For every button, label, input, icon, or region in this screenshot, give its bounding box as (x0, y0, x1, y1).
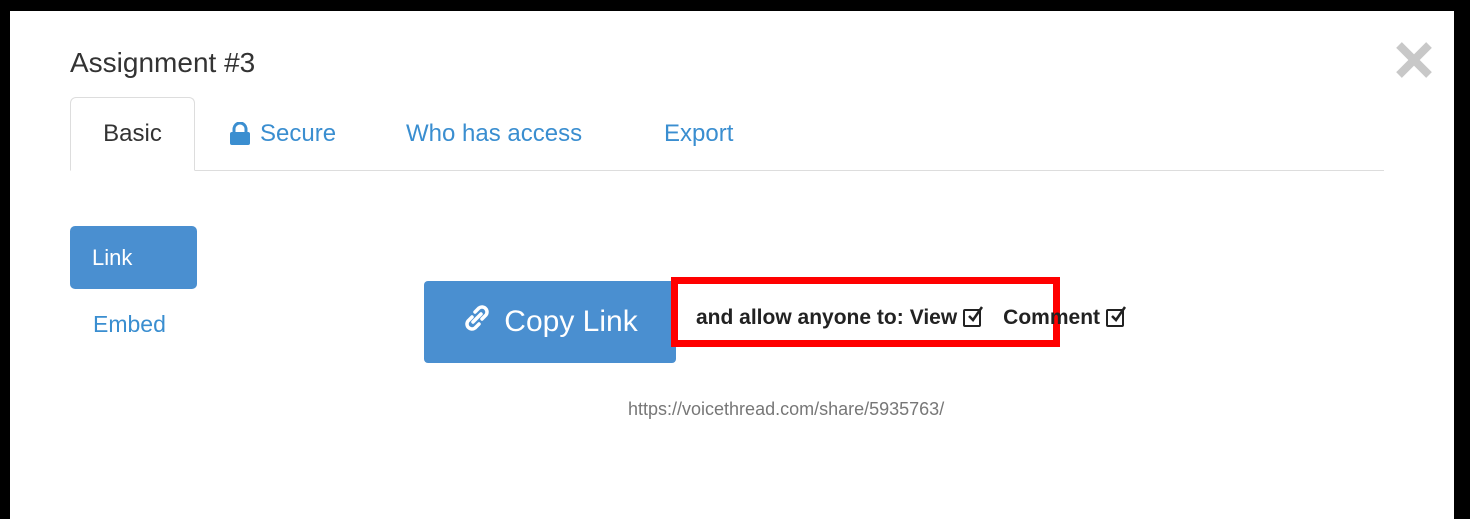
tab-basic-label: Basic (103, 120, 162, 147)
tab-secure-label: Secure (260, 119, 337, 147)
tab-export[interactable]: Export (664, 97, 733, 170)
tab-who-has-access-label: Who has access (406, 119, 583, 147)
tab-secure[interactable]: Secure (228, 97, 336, 170)
view-checkbox[interactable] (963, 306, 984, 327)
share-url: https://voicethread.com/share/5935763/ (628, 399, 945, 419)
tab-bar: Basic Secure Who has access Export (70, 97, 1384, 171)
permission-text: and allow anyone to: (696, 306, 904, 329)
close-icon[interactable] (1392, 38, 1436, 82)
link-icon (462, 303, 504, 341)
view-label: View (909, 306, 958, 329)
tab-who-has-access[interactable]: Who has access (406, 97, 582, 170)
permission-row: and allow anyone to: View Comment (696, 306, 1130, 330)
comment-label: Comment (1003, 306, 1101, 329)
comment-checkbox[interactable] (1106, 306, 1127, 327)
tab-export-label: Export (664, 119, 734, 147)
link-button[interactable]: Link (70, 226, 197, 289)
lock-icon (228, 121, 252, 146)
dialog-title: Assignment #3 (70, 47, 256, 78)
tab-basic[interactable]: Basic (70, 97, 195, 171)
copy-link-button[interactable]: Copy Link (424, 281, 676, 363)
share-dialog: Assignment #3 Basic Secure Who has acces… (10, 11, 1454, 519)
embed-link[interactable]: Embed (93, 311, 166, 338)
copy-link-label: Copy Link (504, 305, 638, 338)
